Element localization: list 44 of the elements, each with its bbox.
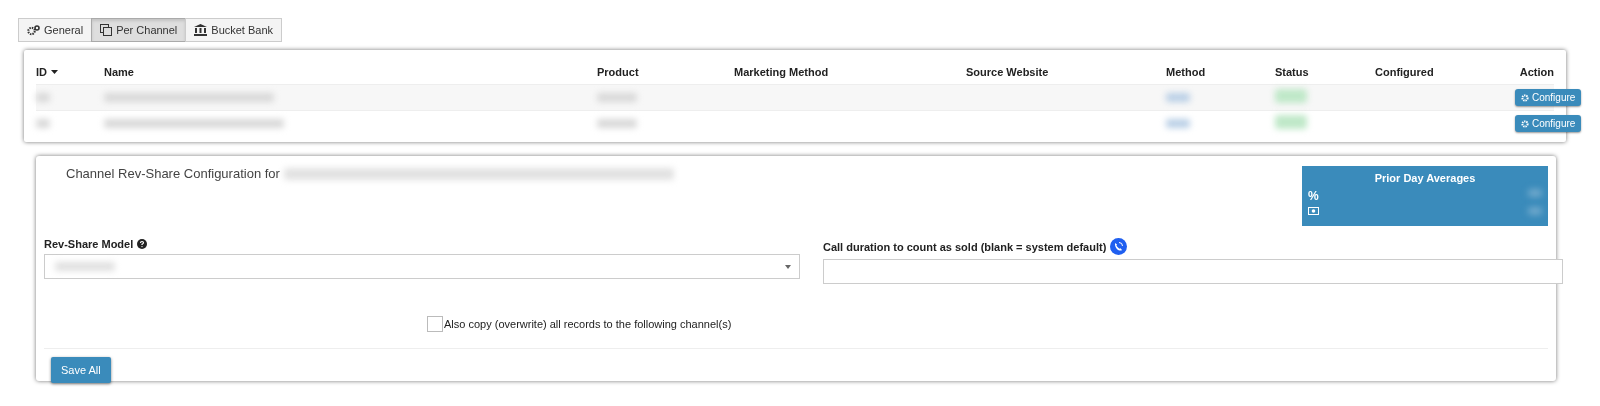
copy-checkbox[interactable] (427, 316, 443, 332)
configure-button[interactable]: Configure (1515, 115, 1582, 132)
gears-icon (27, 24, 40, 36)
help-icon (137, 239, 148, 249)
redacted-value (1528, 188, 1542, 197)
gear-icon (1521, 93, 1529, 102)
redacted-status (1275, 89, 1307, 103)
bank-icon (194, 24, 208, 36)
redacted-text (597, 92, 637, 102)
redacted-text (36, 118, 50, 128)
column-header[interactable]: Marketing Method (734, 66, 829, 78)
column-header[interactable]: Source Website (966, 66, 1049, 78)
averages-title: Prior Day Averages (1373, 172, 1477, 186)
column-header[interactable]: Status (1275, 66, 1309, 78)
column-header[interactable]: Method (1166, 66, 1206, 78)
rev-share-select[interactable] (44, 254, 800, 279)
field-label: Rev-Share Model (44, 238, 134, 250)
phone-icon (1110, 238, 1128, 255)
redacted-text (1166, 118, 1190, 128)
call-duration-input[interactable] (823, 259, 1563, 284)
column-header[interactable]: Action (1519, 66, 1554, 78)
checkbox-label: Also copy (overwrite) all records to the following channel(s) (444, 318, 732, 330)
tab[interactable]: General (18, 18, 93, 42)
save-button[interactable]: Save All (51, 357, 111, 383)
column-header[interactable]: Name (104, 66, 134, 78)
redacted-value (1528, 207, 1542, 216)
tab[interactable]: Bucket Bank (185, 18, 283, 42)
caret-icon (785, 264, 791, 269)
redacted-text (36, 92, 50, 102)
field-label: Call duration to count as sold (blank = system default) (823, 240, 1107, 253)
redacted-text (1166, 92, 1190, 102)
percent-symbol: % (1308, 188, 1319, 205)
column-header[interactable]: Configured (1375, 66, 1434, 78)
tab[interactable]: Per Channel (91, 18, 187, 42)
redacted-text (55, 262, 115, 271)
panel-title: Channel Rev-Share Configuration for (66, 166, 280, 181)
gear-icon (1521, 119, 1529, 128)
money-icon (1308, 207, 1319, 216)
column-header[interactable]: ID (36, 66, 58, 78)
configure-button[interactable]: Configure (1515, 89, 1582, 106)
redacted-status (1275, 115, 1307, 129)
redacted-text (597, 118, 637, 128)
copy-icon (100, 24, 113, 36)
column-header[interactable]: Product (597, 66, 639, 78)
